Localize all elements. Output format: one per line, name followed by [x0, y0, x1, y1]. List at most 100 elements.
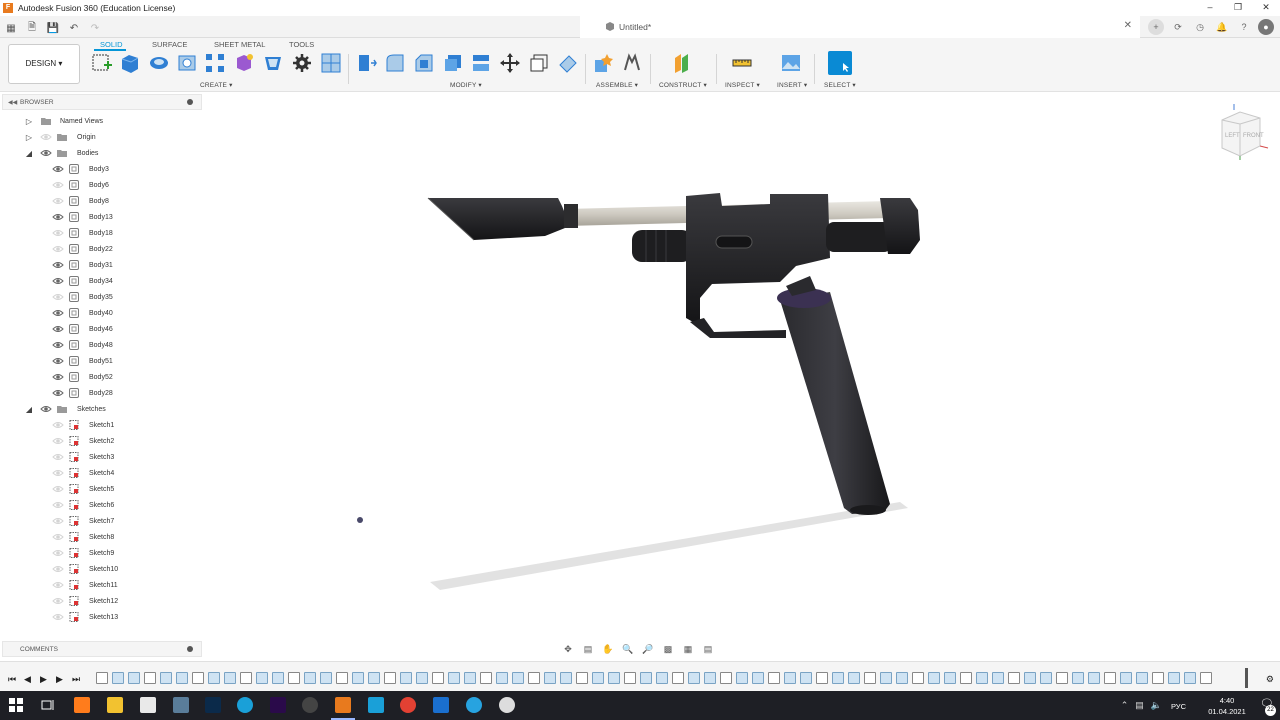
tree-item-sketch[interactable]: Sketch10 — [4, 562, 194, 576]
visibility-eye-icon[interactable] — [52, 179, 64, 191]
tree-item-bodies-folder[interactable]: ◢ Bodies — [4, 146, 194, 160]
browser-panel-header[interactable]: ◀◀ BROWSER — [2, 94, 202, 110]
timeline-feature-icon[interactable] — [1184, 672, 1196, 684]
timeline-feature-icon[interactable] — [944, 672, 956, 684]
pan-icon[interactable]: ✋ — [600, 644, 616, 655]
timeline-end-icon[interactable]: ⏭ — [72, 674, 80, 685]
visibility-eye-icon[interactable] — [52, 307, 64, 319]
tree-item-sketch[interactable]: Sketch1 — [4, 418, 194, 432]
zoom-icon[interactable]: 🔍 — [620, 644, 636, 655]
timeline-feature-icon[interactable] — [368, 672, 380, 684]
extensions-icon[interactable]: ⟳ — [1170, 19, 1186, 35]
modify-group-label[interactable]: MODIFY ▾ — [450, 81, 482, 89]
timeline-feature-icon[interactable] — [816, 672, 828, 684]
timeline-feature-icon[interactable] — [512, 672, 524, 684]
3d-viewport[interactable] — [205, 92, 1280, 660]
visibility-eye-icon[interactable] — [52, 211, 64, 223]
orbit-icon[interactable]: ✥ — [560, 644, 576, 655]
calculator-icon[interactable] — [173, 697, 189, 713]
save-icon[interactable]: 💾 — [46, 23, 60, 34]
task-view-icon[interactable] — [40, 697, 56, 713]
timeline-feature-icon[interactable] — [784, 672, 796, 684]
timeline-feature-icon[interactable] — [192, 672, 204, 684]
tree-item-body[interactable]: Body18 — [4, 226, 194, 240]
shell-modify-icon[interactable] — [442, 52, 464, 74]
close-window-button[interactable]: ✕ — [1252, 0, 1280, 15]
timeline-feature-icon[interactable] — [272, 672, 284, 684]
timeline-feature-icon[interactable] — [768, 672, 780, 684]
visibility-eye-icon[interactable] — [40, 403, 52, 415]
timeline-feature-icon[interactable] — [640, 672, 652, 684]
timeline-feature-icon[interactable] — [384, 672, 396, 684]
undo-icon[interactable]: ↶ — [67, 23, 81, 34]
timeline-feature-icon[interactable] — [112, 672, 124, 684]
timeline-next-icon[interactable]: ▶ — [56, 674, 63, 685]
visibility-eye-icon[interactable] — [52, 451, 64, 463]
pattern-icon[interactable] — [204, 52, 226, 74]
redo-icon[interactable]: ↷ — [88, 23, 102, 34]
tree-item-sketch[interactable]: Sketch12 — [4, 594, 194, 608]
timeline-feature-icon[interactable] — [1200, 672, 1212, 684]
timeline-feature-icon[interactable] — [720, 672, 732, 684]
tree-item-body[interactable]: Body6 — [4, 178, 194, 192]
timeline-feature-icon[interactable] — [96, 672, 108, 684]
timeline-feature-icon[interactable] — [864, 672, 876, 684]
hole-icon[interactable] — [176, 52, 198, 74]
grid-menu-icon[interactable]: ▦ — [4, 23, 18, 34]
timeline-feature-icon[interactable] — [880, 672, 892, 684]
timeline-feature-icon[interactable] — [320, 672, 332, 684]
timeline-feature-icon[interactable] — [128, 672, 140, 684]
timeline-feature-icon[interactable] — [1088, 672, 1100, 684]
file-explorer-icon[interactable] — [107, 697, 123, 713]
timeline-feature-icon[interactable] — [160, 672, 172, 684]
timeline-feature-icon[interactable] — [1168, 672, 1180, 684]
timeline-feature-icon[interactable] — [1136, 672, 1148, 684]
chamfer-icon[interactable] — [413, 52, 435, 74]
fillet-icon[interactable] — [384, 52, 406, 74]
clock-time[interactable]: 4:40 — [1202, 696, 1252, 705]
collapse-arrow-icon[interactable]: ◀◀ — [8, 99, 17, 106]
timeline-feature-icon[interactable] — [896, 672, 908, 684]
shell-icon[interactable] — [262, 52, 284, 74]
move-icon[interactable] — [499, 52, 521, 74]
tree-item-origin[interactable]: ▷ Origin — [4, 130, 194, 144]
viewcube-left-face[interactable]: LEFT — [1225, 133, 1240, 139]
form-icon[interactable] — [233, 52, 255, 74]
timeline-feature-icon[interactable] — [976, 672, 988, 684]
timeline-feature-icon[interactable] — [960, 672, 972, 684]
visibility-eye-icon[interactable] — [52, 611, 64, 623]
timeline-feature-icon[interactable] — [608, 672, 620, 684]
model-canvas[interactable] — [205, 92, 1280, 660]
account-avatar[interactable]: ● — [1258, 19, 1274, 35]
timeline-prev-icon[interactable]: ◀ — [24, 674, 31, 685]
visibility-eye-icon[interactable] — [52, 515, 64, 527]
viewports-icon[interactable]: ▤ — [700, 644, 716, 655]
visibility-eye-icon[interactable] — [52, 563, 64, 575]
close-tab-icon[interactable]: ✕ — [1124, 20, 1132, 31]
tree-item-body[interactable]: Body48 — [4, 338, 194, 352]
visibility-eye-icon[interactable] — [52, 579, 64, 591]
inspect-group-label[interactable]: INSPECT ▾ — [725, 81, 760, 89]
edge-icon[interactable] — [237, 697, 253, 713]
timeline-feature-icon[interactable] — [416, 672, 428, 684]
align-icon[interactable] — [528, 52, 550, 74]
timeline-feature-icon[interactable] — [352, 672, 364, 684]
tree-item-sketch[interactable]: Sketch9 — [4, 546, 194, 560]
timeline-feature-icon[interactable] — [912, 672, 924, 684]
job-status-icon[interactable]: ◷ — [1192, 19, 1208, 35]
expand-arrow-icon[interactable]: ▷ — [24, 117, 34, 126]
timeline-feature-icon[interactable] — [448, 672, 460, 684]
timeline-feature-icon[interactable] — [688, 672, 700, 684]
new-tab-icon[interactable]: + — [1148, 19, 1164, 35]
pin-dot-icon[interactable] — [187, 646, 193, 652]
timeline-feature-icon[interactable] — [656, 672, 668, 684]
timeline-feature-icon[interactable] — [400, 672, 412, 684]
tree-item-body[interactable]: Body31 — [4, 258, 194, 272]
viewcube[interactable]: LEFT FRONT — [1210, 102, 1270, 162]
cura-icon[interactable] — [368, 697, 384, 713]
tree-item-body[interactable]: Body13 — [4, 210, 194, 224]
visibility-eye-icon[interactable] — [52, 595, 64, 607]
network-icon[interactable]: ▤ — [1135, 700, 1144, 711]
timeline-settings-icon[interactable]: ⚙ — [1266, 674, 1274, 685]
timeline-feature-icon[interactable] — [432, 672, 444, 684]
